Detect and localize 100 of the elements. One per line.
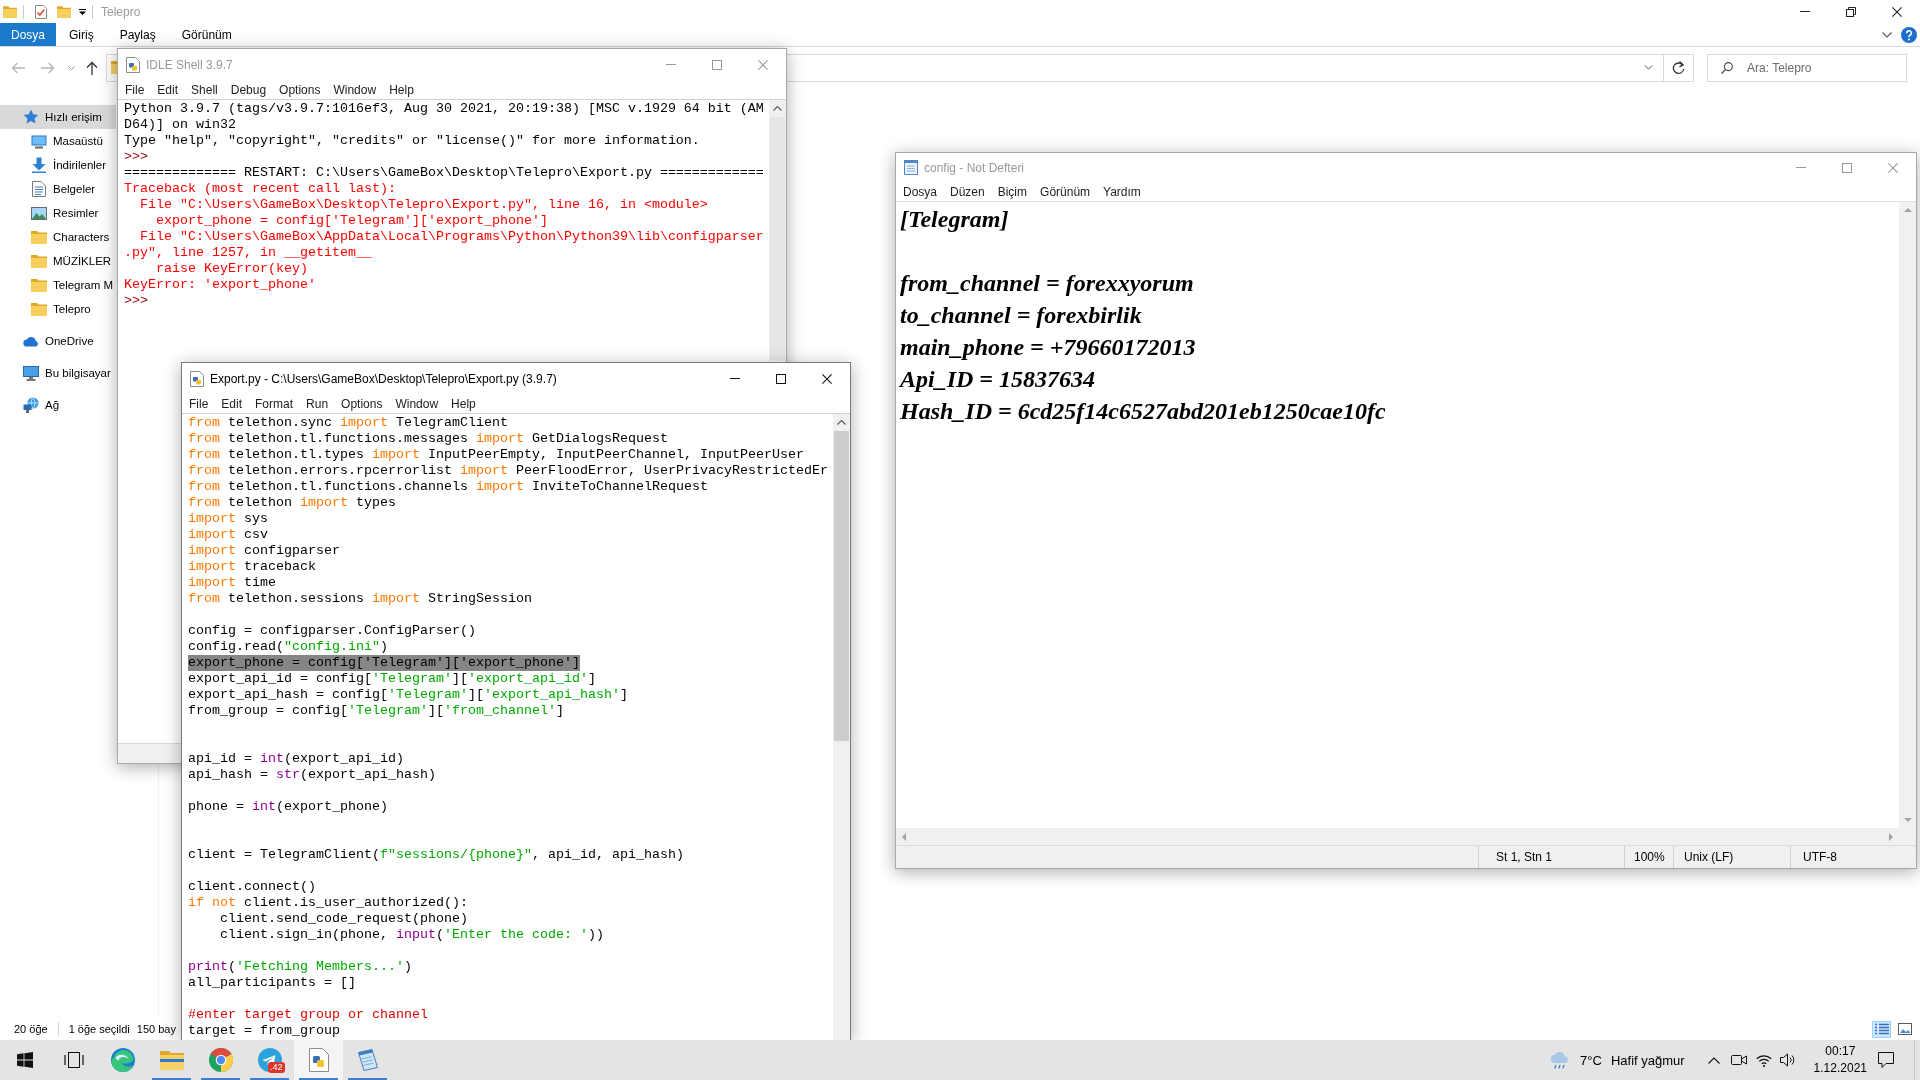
python-file-icon [190,370,204,387]
menu-item[interactable]: Yardım [1103,184,1141,199]
menu-item[interactable]: Biçim [997,184,1028,199]
wifi-icon[interactable] [1755,1053,1772,1067]
search-field[interactable]: Ara: Telepro [1707,53,1907,82]
menu-item[interactable]: Format [255,396,294,411]
speaker-icon[interactable] [1779,1053,1796,1067]
menu-item[interactable]: Help [389,82,414,97]
console-line: >>> [124,293,148,309]
sidebar-item[interactable]: Ağ [0,393,116,417]
menu-item[interactable]: Dosya [903,184,937,199]
taskbar-button[interactable]: .42 [245,1040,294,1080]
chevron-up-icon[interactable] [1707,1056,1720,1064]
menu-item[interactable]: File [189,396,209,411]
zoom-level: 100% [1634,850,1665,864]
scroll-down-icon[interactable] [1903,818,1912,822]
scroll-up-icon[interactable] [773,106,782,111]
menu-item[interactable]: Düzen [950,184,985,199]
notifications-icon[interactable] [1878,1052,1894,1068]
menu-item[interactable]: Window [395,396,439,411]
menu-item[interactable]: Help [451,396,476,411]
task-view-icon[interactable] [63,1052,84,1068]
desktop-icon [31,133,47,149]
selection-size: 150 bay [136,1023,176,1035]
console-line: ============== RESTART: C:\Users\GameBox\Desktop\Telepro\Export.py ============= [124,165,764,181]
code-line: from telethon.tl.functions.messages import GetDialogsRequest [188,431,668,447]
folder-icon[interactable] [57,5,71,18]
horizontal-scrollbar[interactable] [896,828,1916,845]
menu-item[interactable]: File [125,82,145,97]
folder-icon [31,230,47,244]
details-view-icon[interactable] [1874,1023,1889,1035]
maximize-icon[interactable] [776,373,786,384]
scrollbar-thumb[interactable] [770,117,785,360]
weather-condition-text[interactable]: Hafif yağmur [1610,1052,1685,1068]
scrollbar-thumb[interactable] [834,431,849,741]
menu-item[interactable]: Edit [157,82,179,97]
refresh-button[interactable] [1664,53,1694,82]
picture-icon [31,206,47,220]
ribbon-tab[interactable]: Görünüm [168,23,245,46]
chevron-down-icon[interactable] [1644,65,1653,70]
code-line: all_participants = [] [188,975,356,991]
menu-item[interactable]: Edit [221,396,243,411]
temperature-text[interactable]: 7°C [1580,1052,1602,1068]
scroll-right-icon[interactable] [1889,832,1893,841]
vertical-scrollbar[interactable] [833,414,850,1040]
scroll-up-icon[interactable] [837,420,846,425]
rain-cloud-icon[interactable] [1549,1051,1570,1069]
sidebar-item[interactable]: Hızlı erişim [0,105,116,129]
menu-item[interactable]: Options [341,396,383,411]
menu-item[interactable]: Run [306,396,329,411]
menu-item[interactable]: Debug [230,82,267,97]
up-arrow-icon[interactable] [86,60,98,75]
text-line: from_channel = forexxyorum [900,269,1194,298]
sidebar-item[interactable]: İndirilenler [0,153,116,177]
large-icons-view-icon[interactable] [1897,1023,1912,1035]
help-icon[interactable] [1901,26,1917,43]
ribbon-tab[interactable]: Paylaş [106,23,169,46]
scroll-left-icon[interactable] [902,832,906,841]
sidebar-item[interactable]: Telepro [0,297,116,321]
start-menu-icon[interactable] [16,1052,33,1068]
menu-item[interactable]: Options [279,82,321,97]
menu-item[interactable]: Shell [191,82,218,97]
sidebar-item[interactable]: Resimler [0,201,116,225]
back-arrow-icon[interactable] [11,61,25,74]
restore-icon[interactable] [1846,6,1856,17]
clock-date[interactable]: 1.12.2021 [1813,1060,1867,1077]
console-line: Traceback (most recent call last): [124,181,396,197]
code-line: import sys [188,511,268,527]
text-line: to_channel = forexbirlik [900,301,1142,330]
forward-arrow-icon[interactable] [41,61,55,74]
sidebar-item[interactable]: OneDrive [0,329,116,353]
sidebar-item[interactable]: Telegram M [0,273,116,297]
network-icon [23,397,39,413]
menu-item[interactable]: Görünüm [1040,184,1091,199]
ribbon-tab[interactable]: Giriş [56,23,107,46]
code-line: api_hash = str(export_api_hash) [188,767,436,783]
clock-time[interactable]: 00:17 [1825,1043,1856,1060]
document-check-icon[interactable] [35,4,47,19]
close-icon[interactable] [1892,6,1902,17]
chevron-down-icon[interactable] [1882,31,1892,38]
sidebar-item[interactable]: Belgeler [0,177,116,201]
vertical-scrollbar[interactable] [769,100,786,361]
code-line: api_id = int(export_api_id) [188,751,404,767]
vertical-scrollbar[interactable] [1899,202,1916,828]
camera-icon[interactable] [1730,1054,1747,1066]
console-line: .py", line 1257, in __getitem__ [124,245,372,261]
menu-item[interactable]: Window [333,82,377,97]
caret-icon[interactable] [79,8,86,15]
taskbar-button[interactable] [294,1040,343,1080]
sidebar-item[interactable]: Bu bilgisayar [0,361,116,385]
sidebar-item[interactable]: Masaüstü [0,129,116,153]
code-line: from telethon.errors.rpcerrorlist import PeerFloodError, UserPrivacyRestrictedEr [188,463,828,479]
sidebar-item[interactable]: MÜZİKLER [0,249,116,273]
code-line: import time [188,575,276,591]
file-tab[interactable]: Dosya [0,23,56,46]
code-line: import traceback [188,559,316,575]
text-line: Hash_ID = 6cd25f14c6527abd201eb1250cae10fc [900,397,1386,426]
code-line: print('Fetching Members...') [188,959,412,975]
close-icon[interactable] [822,373,832,384]
sidebar-item[interactable]: Characters [0,225,116,249]
